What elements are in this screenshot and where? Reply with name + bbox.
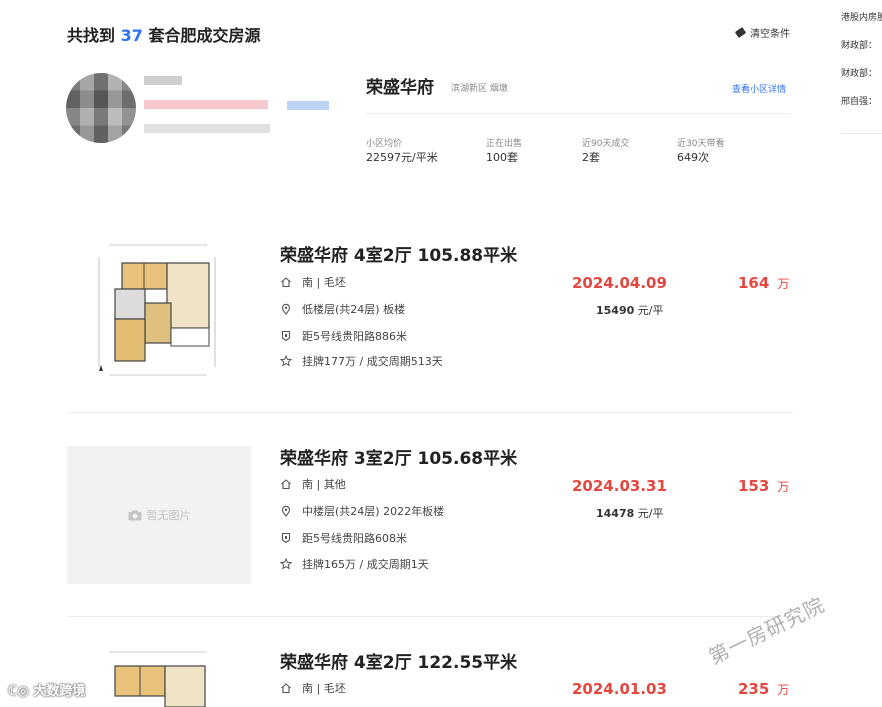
- camera-icon: [128, 510, 141, 520]
- stat-label: 小区均价: [366, 139, 403, 149]
- total-price-value: 235: [738, 680, 770, 698]
- stat-value: 100套: [486, 151, 518, 164]
- listing-history: 挂牌165万 / 成交周期1天: [280, 556, 429, 572]
- sidebar-divider: [841, 133, 882, 134]
- news-item[interactable]: 邢自强：: [841, 94, 877, 107]
- deal-date: 2024.01.03: [572, 680, 667, 698]
- stat-on-sale: 正在出售 100套: [486, 136, 522, 165]
- total-price-value: 164: [738, 274, 770, 292]
- unit-price-suffix: 元/平: [637, 304, 664, 317]
- stat-value: 2套: [582, 151, 600, 164]
- listing-floor: 中楼层(共24层) 2022年板楼: [280, 503, 444, 519]
- subway-icon: [280, 330, 292, 342]
- news-item[interactable]: 港股内房股: [841, 10, 882, 23]
- listing-subway: 距5号线贵阳路886米: [280, 328, 407, 344]
- listing-floor: 低楼层(共24层) 板楼: [280, 301, 405, 317]
- total-price: 164 万: [738, 274, 789, 292]
- agent-info-blurred: [144, 76, 344, 136]
- unit-price-value: 15490: [596, 304, 635, 317]
- history-text: 挂牌177万 / 成交周期513天: [302, 355, 443, 368]
- listing-divider: [67, 616, 793, 617]
- result-count-prefix: 共找到: [67, 26, 116, 45]
- orientation-text: 南 | 毛坯: [302, 276, 346, 289]
- news-item[interactable]: 财政部：: [841, 38, 877, 51]
- community-divider: [366, 113, 790, 114]
- deal-date: 2024.04.09: [572, 274, 667, 292]
- total-price: 235 万: [738, 680, 789, 698]
- listing-orientation: 南 | 毛坯: [280, 274, 346, 290]
- stat-avg-price: 小区均价 22597元/平米: [366, 136, 438, 165]
- stat-label: 正在出售: [486, 139, 523, 149]
- unit-price-suffix: 元/平: [637, 507, 664, 520]
- listing-title[interactable]: 荣盛华府 4室2厅 105.88平米: [280, 241, 517, 266]
- watermark: 第一房研究院: [704, 592, 829, 670]
- deal-date: 2024.03.31: [572, 477, 667, 495]
- star-icon: [280, 558, 292, 570]
- house-icon: [280, 682, 292, 694]
- listing-title[interactable]: 荣盛华府 3室2厅 105.68平米: [280, 444, 517, 469]
- orientation-text: 南 | 其他: [302, 478, 346, 491]
- star-icon: [280, 355, 292, 367]
- news-item-text: 邢自强：: [841, 97, 878, 107]
- stat-deals-90d: 近90天成交 2套: [582, 136, 629, 165]
- clear-filters-label: 清空条件: [750, 29, 790, 40]
- unit-price: 14478 元/平: [596, 505, 664, 521]
- result-count-title: 共找到 37 套合肥成交房源: [67, 22, 260, 46]
- house-icon: [280, 478, 292, 490]
- history-text: 挂牌165万 / 成交周期1天: [302, 558, 429, 571]
- floorplan-drawing: [109, 651, 207, 707]
- total-price-unit: 万: [777, 480, 790, 494]
- listing-orientation: 南 | 毛坯: [280, 680, 346, 696]
- news-item-text: 财政部：: [841, 69, 878, 79]
- eraser-icon: [734, 27, 747, 38]
- result-count-suffix: 套合肥成交房源: [148, 26, 261, 45]
- listing-title[interactable]: 荣盛华府 4室2厅 122.55平米: [280, 648, 517, 673]
- logo-icon: ℂ◎: [8, 684, 29, 699]
- floorplan-drawing: [98, 244, 216, 376]
- stat-value: 649次: [677, 151, 709, 164]
- subway-text: 距5号线贵阳路886米: [302, 330, 407, 343]
- community-area: 滨湖新区 烟墩: [451, 84, 508, 94]
- listing-orientation: 南 | 其他: [280, 476, 346, 492]
- news-item[interactable]: 财政部：: [841, 66, 877, 79]
- listing-subway: 距5号线贵阳路608米: [280, 530, 407, 546]
- total-price: 153 万: [738, 477, 789, 495]
- no-image-label: 暂无图片: [146, 509, 191, 522]
- location-pin-icon: [280, 303, 292, 315]
- news-item-text: 港股内房股: [841, 13, 882, 23]
- unit-price-value: 14478: [596, 507, 635, 520]
- subway-text: 距5号线贵阳路608米: [302, 532, 407, 545]
- news-item-text: 财政部：: [841, 41, 878, 51]
- community-name[interactable]: 荣盛华府: [366, 73, 434, 98]
- stat-value: 22597元/平米: [366, 151, 438, 164]
- listing-divider: [67, 412, 793, 413]
- no-image-placeholder[interactable]: 暂无图片: [67, 446, 251, 584]
- community-detail-link[interactable]: 查看小区详情: [732, 82, 786, 95]
- house-icon: [280, 276, 292, 288]
- stat-label: 近30天带看: [677, 139, 725, 149]
- listing-history: 挂牌177万 / 成交周期513天: [280, 353, 443, 369]
- subway-icon: [280, 532, 292, 544]
- result-count-number: 37: [120, 26, 143, 45]
- floor-text: 中楼层(共24层) 2022年板楼: [302, 505, 445, 518]
- logo-text: 大数跨境: [33, 684, 86, 699]
- total-price-unit: 万: [777, 683, 790, 697]
- total-price-value: 153: [738, 477, 770, 495]
- floorplan-image[interactable]: [97, 243, 219, 378]
- stat-label: 近90天成交: [582, 139, 630, 149]
- orientation-text: 南 | 毛坯: [302, 682, 346, 695]
- total-price-unit: 万: [777, 277, 790, 291]
- logo: ℂ◎ 大数跨境: [8, 680, 85, 699]
- agent-avatar[interactable]: [66, 73, 136, 143]
- location-pin-icon: [280, 505, 292, 517]
- floor-text: 低楼层(共24层) 板楼: [302, 303, 406, 316]
- clear-filters-button[interactable]: 清空条件: [734, 25, 790, 40]
- floorplan-image[interactable]: [97, 650, 219, 707]
- stat-viewings-30d: 近30天带看 649次: [677, 136, 724, 165]
- unit-price: 15490 元/平: [596, 302, 664, 318]
